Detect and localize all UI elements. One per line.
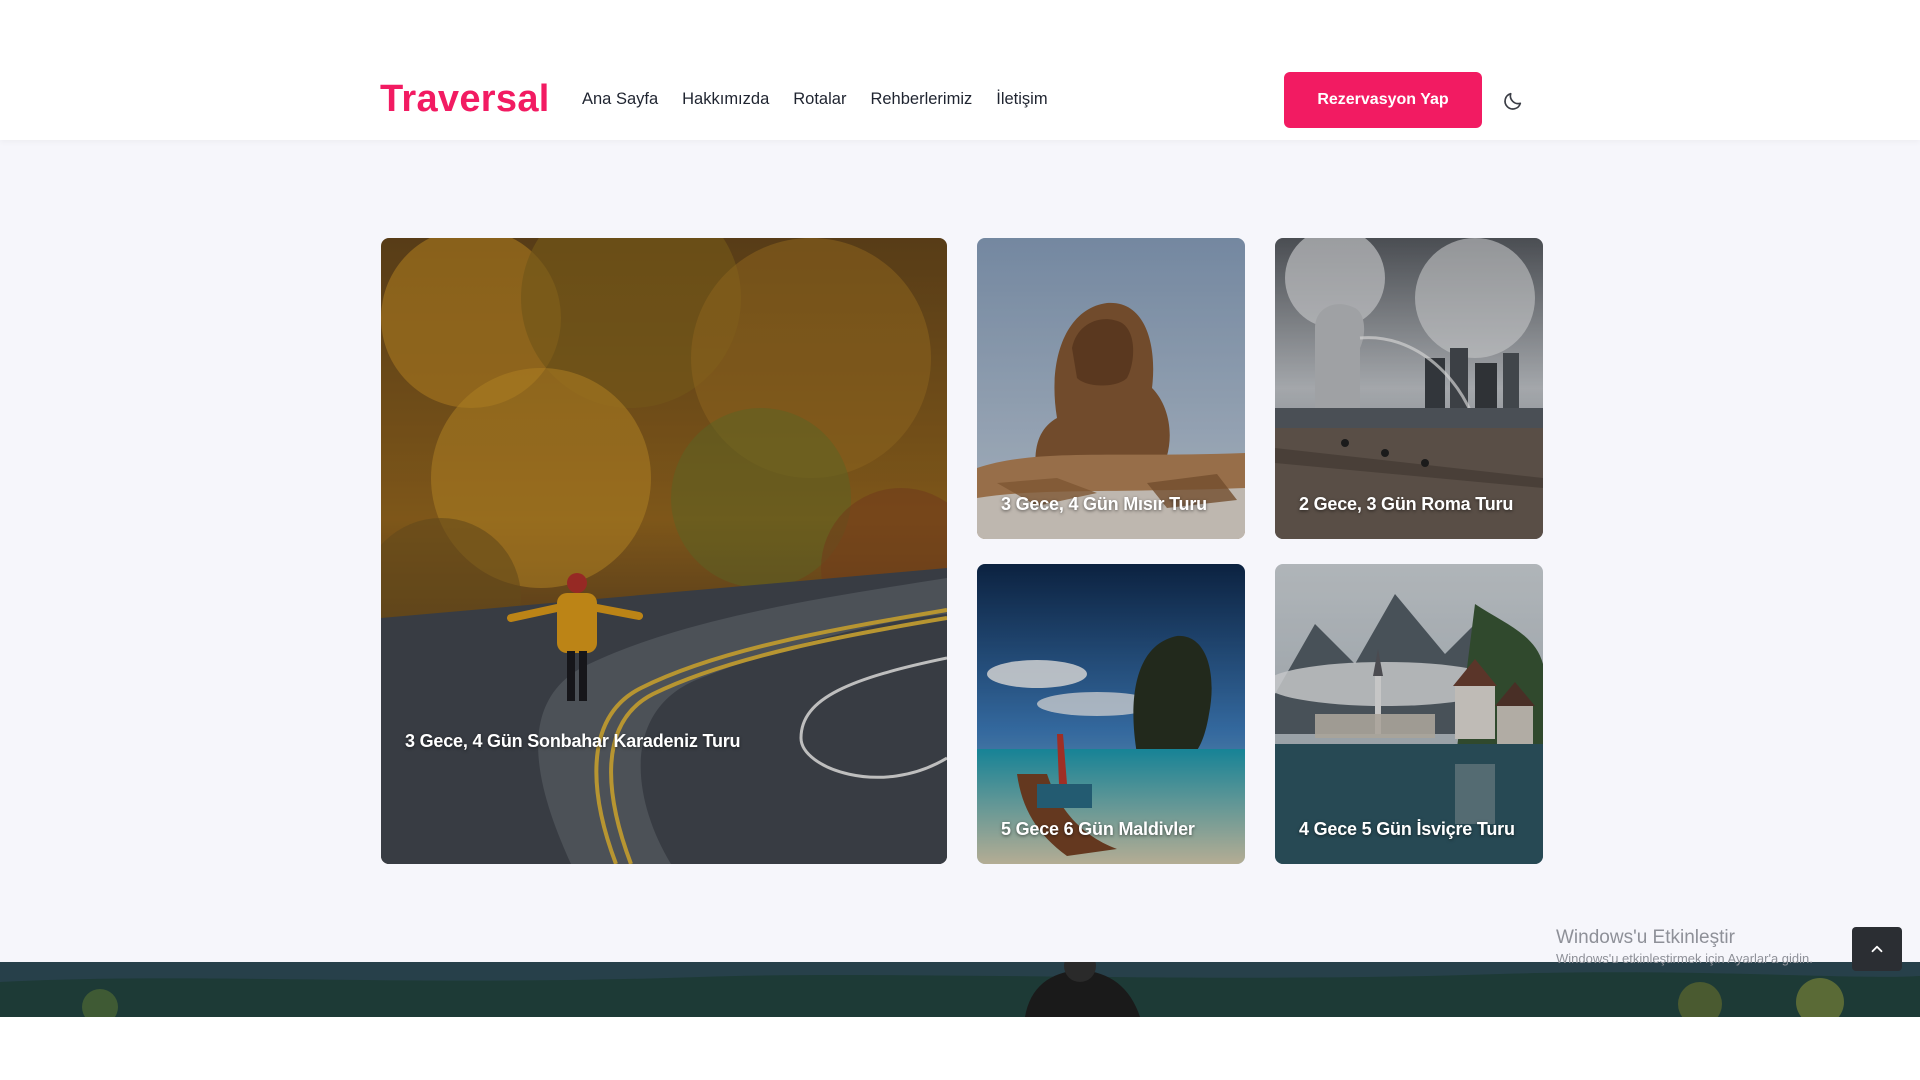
tour-card-rome[interactable]: 2 Gece, 3 Gün Roma Turu xyxy=(1275,238,1543,539)
moon-icon[interactable] xyxy=(1500,88,1526,114)
nav-item-guides[interactable]: Rehberlerimiz xyxy=(870,90,972,109)
reservation-button[interactable]: Rezervasyon Yap xyxy=(1284,72,1482,128)
site-logo[interactable]: Traversal xyxy=(380,78,550,121)
tour-card-egypt[interactable]: 3 Gece, 4 Gün Mısır Turu xyxy=(977,238,1245,539)
tour-title: 3 Gece, 4 Gün Mısır Turu xyxy=(1001,494,1207,514)
tour-title: 4 Gece 5 Gün İsviçre Turu xyxy=(1299,819,1515,839)
tour-title: 3 Gece, 4 Gün Sonbahar Karadeniz Turu xyxy=(405,731,741,751)
nav-item-contact[interactable]: İletişim xyxy=(996,90,1047,109)
tour-card-maldives[interactable]: 5 Gece 6 Gün Maldivler xyxy=(977,564,1245,864)
activation-title: Windows'u Etkinleştir xyxy=(1556,927,1735,948)
nav-item-about[interactable]: Hakkımızda xyxy=(682,90,769,109)
nav-item-home[interactable]: Ana Sayfa xyxy=(582,90,658,109)
main-nav: Ana Sayfa Hakkımızda Rotalar Rehberlerim… xyxy=(582,90,1048,109)
tour-title: 2 Gece, 3 Gün Roma Turu xyxy=(1299,494,1514,514)
next-section-banner xyxy=(0,962,1920,1017)
nav-item-routes[interactable]: Rotalar xyxy=(793,90,846,109)
tours-section: 3 Gece, 4 Gün Sonbahar Karadeniz Turu 3 … xyxy=(0,140,1920,962)
tour-card-karadeniz[interactable]: 3 Gece, 4 Gün Sonbahar Karadeniz Turu xyxy=(381,238,947,864)
tour-title: 5 Gece 6 Gün Maldivler xyxy=(1001,819,1195,839)
tour-card-switzerland[interactable]: 4 Gece 5 Gün İsviçre Turu xyxy=(1275,564,1543,864)
chevron-up-icon xyxy=(1871,945,1883,953)
site-header: Traversal Ana Sayfa Hakkımızda Rotalar R… xyxy=(0,0,1920,140)
windows-activation-watermark: Windows'u Etkinleştir Windows'u etkinleş… xyxy=(1556,927,1813,966)
activation-subtitle: Windows'u etkinleştirmek için Ayarlar'a … xyxy=(1556,951,1813,966)
scroll-top-button[interactable] xyxy=(1852,927,1902,971)
landscape-banner-image xyxy=(0,962,1920,1017)
page-bottom-area xyxy=(0,1017,1920,1080)
